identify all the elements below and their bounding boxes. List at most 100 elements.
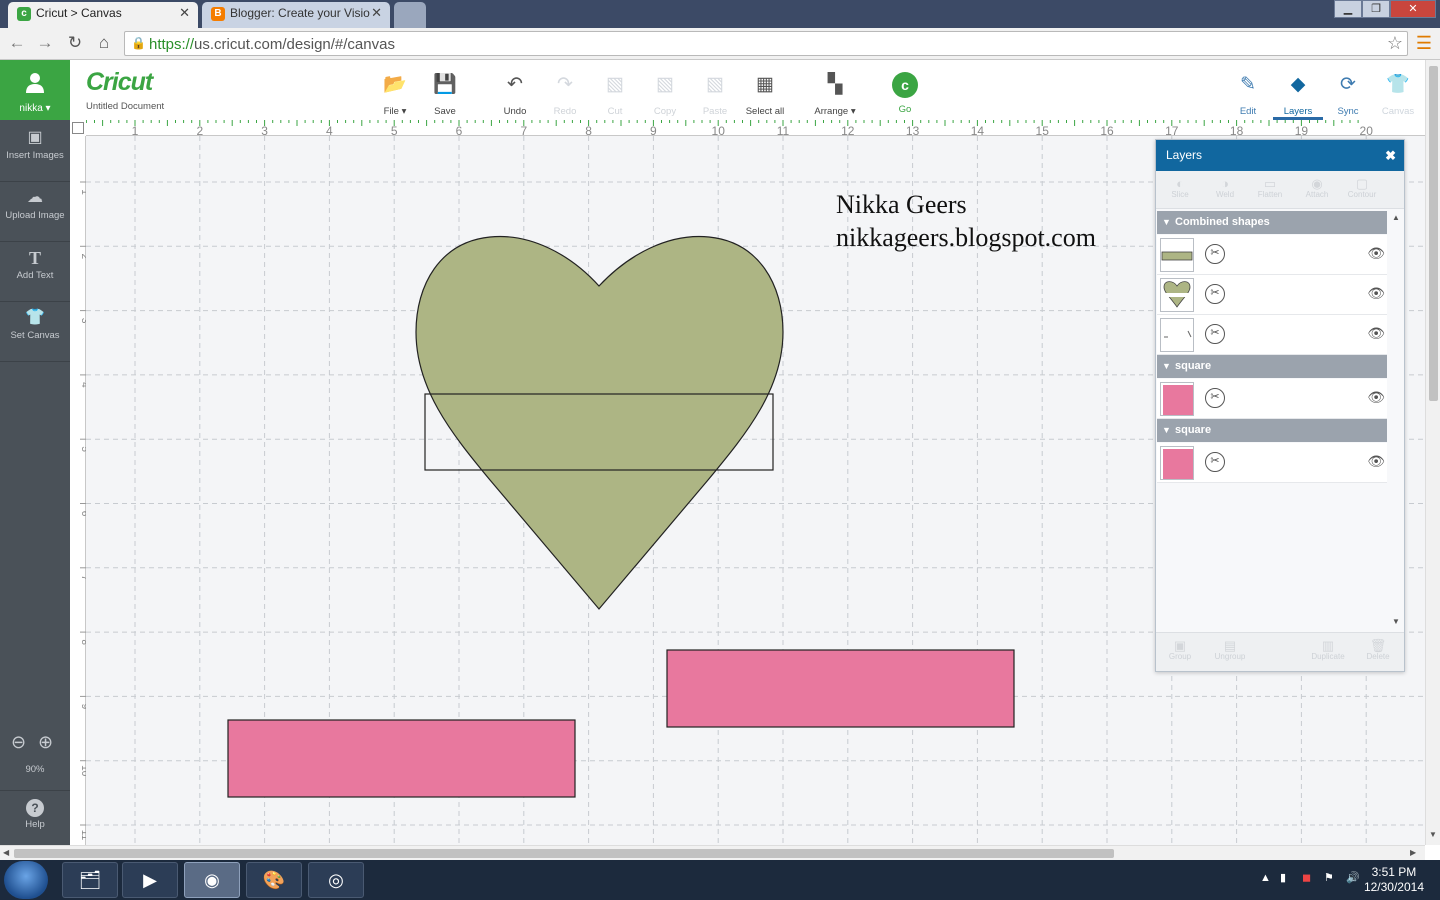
maximize-window-button[interactable]: ❐ (1362, 0, 1390, 18)
close-tab-icon[interactable]: ✕ (179, 2, 190, 24)
layer-row[interactable]: ✂ 👁 (1157, 315, 1387, 355)
layer-thumbnail (1160, 318, 1194, 352)
help-button[interactable]: ? Help (0, 790, 70, 840)
back-arrow-icon[interactable]: ← (6, 32, 28, 54)
forward-arrow-icon[interactable]: → (34, 32, 56, 54)
collapse-triangle-icon: ▼ (1162, 361, 1171, 371)
close-window-button[interactable]: ✕ (1390, 0, 1436, 18)
trash-icon: 🗑 (1369, 638, 1387, 653)
paint-taskbar-icon[interactable]: 🎨 (246, 862, 302, 898)
cricut-favicon: c (17, 7, 31, 21)
pink-rectangle-lower[interactable] (227, 719, 576, 798)
scroll-down-arrow-icon[interactable]: ▼ (1429, 830, 1437, 839)
clock[interactable]: 3:51 PM 12/30/2014 (1364, 865, 1424, 895)
visibility-eye-icon[interactable]: 👁 (1367, 325, 1385, 342)
slice-icon: ◐ (1176, 176, 1184, 191)
user-menu[interactable]: nikka ▾ (0, 60, 70, 120)
home-icon[interactable]: ⌂ (93, 32, 115, 54)
layers-panel-button[interactable]: ◆ Layers (1273, 74, 1323, 120)
scroll-down-arrow-icon[interactable]: ▼ (1392, 617, 1400, 626)
arrange-icon: ▚ (827, 74, 843, 95)
zoom-controls: ⊖ ⊕ 90% (0, 730, 70, 780)
go-button[interactable]: c Go (875, 72, 935, 115)
canvas-text-block[interactable]: Nikka Geers nikkageers.blogspot.com (836, 188, 1096, 254)
layer-thumbnail (1160, 446, 1194, 480)
browser-tab-cricut[interactable]: c Cricut > Canvas ✕ (8, 2, 198, 28)
visibility-eye-icon[interactable]: 👁 (1367, 389, 1385, 406)
cut-toggle-icon[interactable]: ✂ (1205, 324, 1225, 344)
horizontal-scroll-thumb[interactable] (14, 849, 1114, 858)
close-panel-icon[interactable]: ✖ (1385, 140, 1396, 171)
delete-button[interactable]: 🗑 Delete (1358, 638, 1398, 661)
address-bar[interactable]: 🔒 https://us.cricut.com/design/#/canvas … (124, 31, 1408, 56)
browser-tab-strip: c Cricut > Canvas ✕ B Blogger: Create yo… (0, 0, 1440, 28)
horizontal-scrollbar[interactable]: ◀ ▶ (0, 845, 1425, 860)
vertical-scrollbar[interactable]: ▼ (1425, 60, 1440, 845)
flatten-button[interactable]: ▭ Flatten (1250, 176, 1290, 199)
canvas-panel-button[interactable]: 👕 Canvas (1368, 74, 1428, 117)
layer-row[interactable]: ✂ 👁 (1157, 379, 1387, 419)
new-tab-button[interactable] (394, 2, 426, 28)
weld-button[interactable]: ◑ Weld (1205, 176, 1245, 199)
volume-icon[interactable]: 🔊 (1346, 871, 1360, 884)
group-button[interactable]: ▣ Group (1160, 638, 1200, 661)
browser-tab-blogger[interactable]: B Blogger: Create your Visio ✕ (202, 2, 390, 28)
scroll-right-arrow-icon[interactable]: ▶ (1410, 848, 1416, 857)
vertical-scroll-thumb[interactable] (1429, 66, 1438, 401)
layer-group-header[interactable]: ▼ Combined shapes (1157, 211, 1387, 234)
visibility-eye-icon[interactable]: 👁 (1367, 245, 1385, 262)
cut-toggle-icon[interactable]: ✂ (1205, 244, 1225, 264)
edit-panel-button[interactable]: ✎ Edit (1218, 74, 1278, 117)
cut-toggle-icon[interactable]: ✂ (1205, 284, 1225, 304)
layer-group-header[interactable]: ▼ square (1157, 419, 1387, 442)
bookmark-star-icon[interactable]: ☆ (1387, 33, 1403, 54)
media-player-taskbar-icon[interactable]: ▶ (122, 862, 178, 898)
reload-icon[interactable]: ↻ (64, 32, 86, 54)
scroll-up-arrow-icon[interactable]: ▲ (1392, 213, 1400, 222)
add-text-button[interactable]: T Add Text (0, 242, 70, 302)
zoom-level: 90% (25, 764, 45, 775)
tray-expand-icon[interactable]: ▲ (1260, 872, 1271, 884)
network-icon[interactable]: ▮ (1280, 871, 1286, 884)
cut-toggle-icon[interactable]: ✂ (1205, 388, 1225, 408)
layer-group-header[interactable]: ▼ square (1157, 355, 1387, 378)
explorer-taskbar-icon[interactable]: 🗂 (62, 862, 118, 898)
layers-scrollbar[interactable]: ▲ ▼ (1388, 211, 1403, 631)
upload-image-button[interactable]: ☁ Upload Image (0, 182, 70, 242)
pink-rectangle-upper[interactable] (666, 649, 1015, 728)
slice-button[interactable]: ◐ Slice (1160, 176, 1200, 199)
layers-panel-header: Layers ✖ (1156, 140, 1404, 171)
set-canvas-button[interactable]: 👕 Set Canvas (0, 302, 70, 362)
ruler-corner (70, 120, 86, 136)
weld-icon: ◑ (1221, 176, 1229, 191)
browser-tab-title: Cricut > Canvas (36, 6, 122, 20)
menu-icon[interactable]: ☰ (1413, 32, 1435, 54)
visibility-eye-icon[interactable]: 👁 (1367, 453, 1385, 470)
scroll-left-arrow-icon[interactable]: ◀ (3, 848, 9, 857)
layer-row[interactable]: ✂ 👁 (1157, 443, 1387, 483)
contour-button[interactable]: ▢ Contour (1342, 176, 1382, 199)
cricut-taskbar-icon[interactable]: ◎ (308, 862, 364, 898)
minimize-window-button[interactable]: ▁ (1334, 0, 1362, 18)
layer-row[interactable]: ✂ 👁 (1157, 275, 1387, 315)
layer-row[interactable]: ✂ 👁 (1157, 235, 1387, 275)
close-tab-icon[interactable]: ✕ (371, 2, 382, 24)
zoom-in-icon[interactable]: ⊕ (38, 732, 53, 753)
start-button[interactable] (4, 861, 48, 899)
visibility-eye-icon[interactable]: 👁 (1367, 285, 1385, 302)
arrange-button[interactable]: ▚ Arrange ▾ (805, 74, 865, 117)
username-label: nikka ▾ (19, 103, 51, 114)
tray-app-icon[interactable]: ◼ (1302, 871, 1311, 884)
attach-button[interactable]: ◉ Attach (1297, 176, 1337, 199)
ungroup-button[interactable]: ▤ Ungroup (1210, 638, 1250, 661)
cut-toggle-icon[interactable]: ✂ (1205, 452, 1225, 472)
chrome-taskbar-icon[interactable]: ◉ (184, 862, 240, 898)
image-icon: ▣ (27, 129, 43, 146)
save-button[interactable]: 💾 Save (415, 74, 475, 117)
duplicate-button[interactable]: ▥ Duplicate (1308, 638, 1348, 661)
select-all-button[interactable]: ▦ Select all (735, 74, 795, 117)
zoom-out-icon[interactable]: ⊖ (11, 732, 26, 753)
action-center-flag-icon[interactable]: ⚑ (1324, 871, 1334, 884)
heart-shape[interactable] (415, 235, 784, 610)
insert-images-button[interactable]: ▣ Insert Images (0, 122, 70, 182)
